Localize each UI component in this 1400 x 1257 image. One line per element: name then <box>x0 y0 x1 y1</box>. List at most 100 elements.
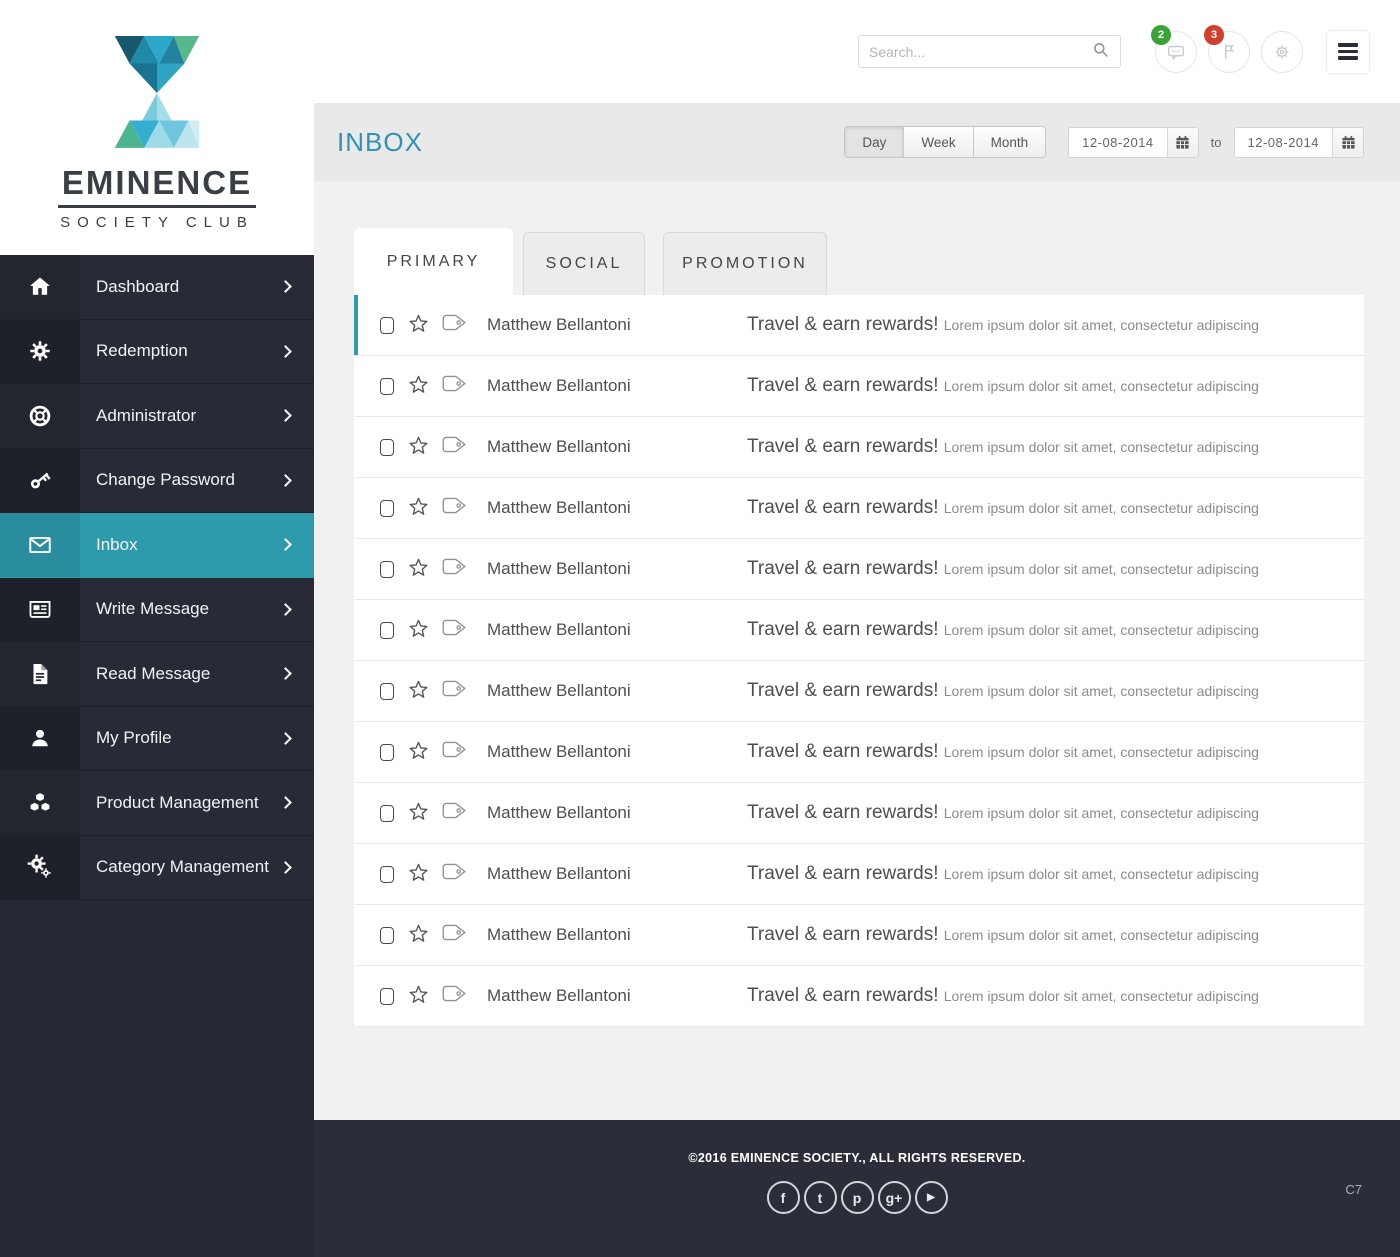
star-icon[interactable] <box>409 558 428 581</box>
tab-social[interactable]: SOCIAL <box>523 232 645 295</box>
email-checkbox[interactable] <box>380 987 394 1005</box>
tag-icon[interactable] <box>442 985 467 1007</box>
star-icon[interactable] <box>409 375 428 398</box>
sidebar-item-change-password[interactable]: Change Password <box>0 448 314 513</box>
email-snippet: Lorem ipsum dolor sit amet, consectetur … <box>943 561 1259 577</box>
facebook-icon[interactable]: f <box>766 1181 800 1214</box>
sidebar: EMINENCE SOCIETY CLUB Dashboard Redemptio… <box>0 0 314 1257</box>
email-row[interactable]: Matthew Bellantoni Travel & earn rewards!… <box>354 783 1364 844</box>
range-button-day[interactable]: Day <box>845 127 904 157</box>
email-row[interactable]: Matthew Bellantoni Travel & earn rewards!… <box>354 295 1364 356</box>
email-row[interactable]: Matthew Bellantoni Travel & earn rewards!… <box>354 539 1364 600</box>
tag-icon[interactable] <box>442 497 467 519</box>
email-checkbox[interactable] <box>380 560 394 578</box>
tag-icon[interactable] <box>442 741 467 763</box>
sidebar-item-write-message[interactable]: Write Message <box>0 577 314 642</box>
sidebar-item-product-management[interactable]: Product Management <box>0 771 314 836</box>
star-icon[interactable] <box>409 619 428 642</box>
email-row[interactable]: Matthew Bellantoni Travel & earn rewards!… <box>354 722 1364 783</box>
tag-icon[interactable] <box>442 558 467 580</box>
star-icon[interactable] <box>409 985 428 1008</box>
range-button-week[interactable]: Week <box>903 127 973 157</box>
range-button-month[interactable]: Month <box>972 127 1046 157</box>
email-subject: Travel & earn rewards! Lorem ipsum dolor… <box>747 314 1364 336</box>
sidebar-item-dashboard[interactable]: Dashboard <box>0 255 314 320</box>
tag-icon[interactable] <box>442 802 467 824</box>
twitter-icon[interactable]: t <box>803 1181 837 1214</box>
sidebar-item-my-profile[interactable]: My Profile <box>0 706 314 771</box>
sidebar-item-redemption[interactable]: Redemption <box>0 319 314 384</box>
email-row[interactable]: Matthew Bellantoni Travel & earn rewards!… <box>354 844 1364 905</box>
tag-icon[interactable] <box>442 375 467 397</box>
email-subject-text: Travel & earn rewards! <box>747 497 944 518</box>
messages-button[interactable]: 2 <box>1151 24 1197 73</box>
search-icon[interactable] <box>1091 40 1110 64</box>
sidebar-item-administrator[interactable]: Administrator <box>0 384 314 449</box>
email-sender: Matthew Bellantoni <box>487 620 631 639</box>
sidebar-item-read-message[interactable]: Read Message <box>0 642 314 707</box>
email-subject: Travel & earn rewards! Lorem ipsum dolor… <box>747 985 1364 1007</box>
email-snippet: Lorem ipsum dolor sit amet, consectetur … <box>943 622 1259 638</box>
email-row[interactable]: Matthew Bellantoni Travel & earn rewards!… <box>354 905 1364 966</box>
settings-button[interactable] <box>1261 30 1303 73</box>
star-icon[interactable] <box>409 436 428 459</box>
sidebar-item-category-management[interactable]: Category Management <box>0 835 314 900</box>
email-checkbox[interactable] <box>380 682 394 700</box>
tag-icon[interactable] <box>442 619 467 641</box>
date-from-value[interactable]: 12-08-2014 <box>1069 128 1167 157</box>
email-checkbox[interactable] <box>380 438 394 456</box>
email-row[interactable]: Matthew Bellantoni Travel & earn rewards!… <box>354 356 1364 417</box>
star-icon[interactable] <box>409 802 428 825</box>
email-row[interactable]: Matthew Bellantoni Travel & earn rewards!… <box>354 600 1364 661</box>
email-row[interactable]: Matthew Bellantoni Travel & earn rewards!… <box>354 966 1364 1027</box>
search-input[interactable] <box>869 43 1091 60</box>
email-checkbox[interactable] <box>380 499 394 517</box>
email-checkbox[interactable] <box>380 926 394 944</box>
youtube-icon[interactable]: ▶ <box>914 1181 948 1214</box>
email-sender: Matthew Bellantoni <box>487 925 631 944</box>
date-to-value[interactable]: 12-08-2014 <box>1235 128 1333 157</box>
email-checkbox[interactable] <box>380 316 394 334</box>
email-subject-text: Travel & earn rewards! <box>747 741 944 762</box>
tag-icon[interactable] <box>442 863 467 885</box>
page-title: INBOX <box>337 126 423 157</box>
flags-button[interactable]: 3 <box>1204 24 1250 73</box>
sidebar-item-inbox[interactable]: Inbox <box>0 513 314 578</box>
flag-icon <box>1218 41 1240 63</box>
hamburger-menu-button[interactable] <box>1326 29 1370 74</box>
tag-icon[interactable] <box>442 680 467 702</box>
star-icon[interactable] <box>409 314 428 337</box>
calendar-icon[interactable] <box>1332 127 1363 157</box>
tag-icon[interactable] <box>442 924 467 946</box>
calendar-icon[interactable] <box>1166 127 1198 157</box>
user-icon <box>27 725 53 751</box>
tab-promotion[interactable]: PROMOTION <box>663 232 827 295</box>
google-plus-icon[interactable]: g+ <box>877 1181 911 1214</box>
star-icon[interactable] <box>409 924 428 947</box>
email-checkbox[interactable] <box>380 377 394 395</box>
email-row[interactable]: Matthew Bellantoni Travel & earn rewards!… <box>354 417 1364 478</box>
email-snippet: Lorem ipsum dolor sit amet, consectetur … <box>943 744 1259 760</box>
chevron-right-icon <box>279 602 292 616</box>
tag-icon[interactable] <box>442 436 467 458</box>
range-button-group: Day Week Month <box>844 126 1047 158</box>
email-row[interactable]: Matthew Bellantoni Travel & earn rewards!… <box>354 661 1364 722</box>
star-icon[interactable] <box>409 863 428 886</box>
email-checkbox[interactable] <box>380 743 394 761</box>
email-checkbox[interactable] <box>380 804 394 822</box>
sidebar-icon-cell <box>0 835 80 899</box>
email-checkbox[interactable] <box>380 865 394 883</box>
star-icon[interactable] <box>409 497 428 520</box>
email-row[interactable]: Matthew Bellantoni Travel & earn rewards!… <box>354 478 1364 539</box>
notification-group: 23 <box>1151 24 1314 73</box>
notification-badge: 3 <box>1204 24 1224 45</box>
page-header-controls: Day Week Month 12-08-2014 to 12-08-2014 <box>844 126 1364 158</box>
chevron-right-icon <box>279 667 292 681</box>
tag-icon[interactable] <box>442 314 467 336</box>
page-header: INBOX Day Week Month 12-08-2014 to 12-08-2… <box>314 103 1400 181</box>
email-checkbox[interactable] <box>380 621 394 639</box>
tab-primary[interactable]: PRIMARY <box>354 228 513 295</box>
star-icon[interactable] <box>409 680 428 703</box>
pinterest-icon[interactable]: p <box>840 1181 874 1214</box>
star-icon[interactable] <box>409 741 428 764</box>
